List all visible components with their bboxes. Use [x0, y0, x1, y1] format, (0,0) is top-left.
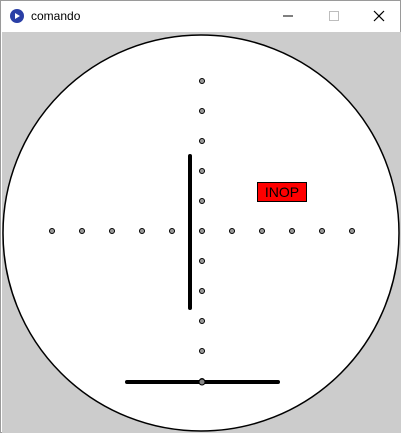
maximize-icon	[329, 11, 339, 21]
window-title: comando	[31, 9, 81, 23]
minimize-icon	[283, 15, 293, 17]
horizontal-scale-dot	[319, 228, 325, 234]
inop-flag: INOP	[257, 182, 307, 202]
vertical-scale-dot	[199, 138, 205, 144]
horizontal-scale-dot	[79, 228, 85, 234]
vertical-scale-dot	[199, 108, 205, 114]
maximize-button[interactable]	[311, 1, 357, 31]
vertical-scale-dot	[199, 198, 205, 204]
horizontal-scale-dot	[169, 228, 175, 234]
app-icon	[10, 9, 24, 23]
horizontal-scale-dot	[139, 228, 145, 234]
horizontal-scale-dot	[49, 228, 55, 234]
vertical-scale-dot	[199, 288, 205, 294]
close-button[interactable]	[356, 1, 401, 31]
vertical-scale-dot	[199, 78, 205, 84]
vertical-scale-dot	[199, 318, 205, 324]
horizontal-scale-dot	[109, 228, 115, 234]
vertical-scale-dot	[199, 228, 205, 234]
vertical-scale-dot	[199, 168, 205, 174]
horizontal-scale-dot	[289, 228, 295, 234]
horizontal-scale-dot	[349, 228, 355, 234]
app-window: comando INOP	[0, 0, 401, 433]
horizontal-scale-dot	[229, 228, 235, 234]
horizontal-scale-dot	[259, 228, 265, 234]
needle-center-dot	[198, 378, 206, 386]
instrument-canvas: INOP	[2, 32, 401, 433]
title-bar[interactable]: comando	[1, 1, 400, 31]
vertical-scale-dot	[199, 348, 205, 354]
attitude-scope	[2, 34, 400, 432]
minimize-button[interactable]	[265, 1, 311, 31]
close-icon	[373, 10, 385, 22]
vertical-scale-dot	[199, 258, 205, 264]
